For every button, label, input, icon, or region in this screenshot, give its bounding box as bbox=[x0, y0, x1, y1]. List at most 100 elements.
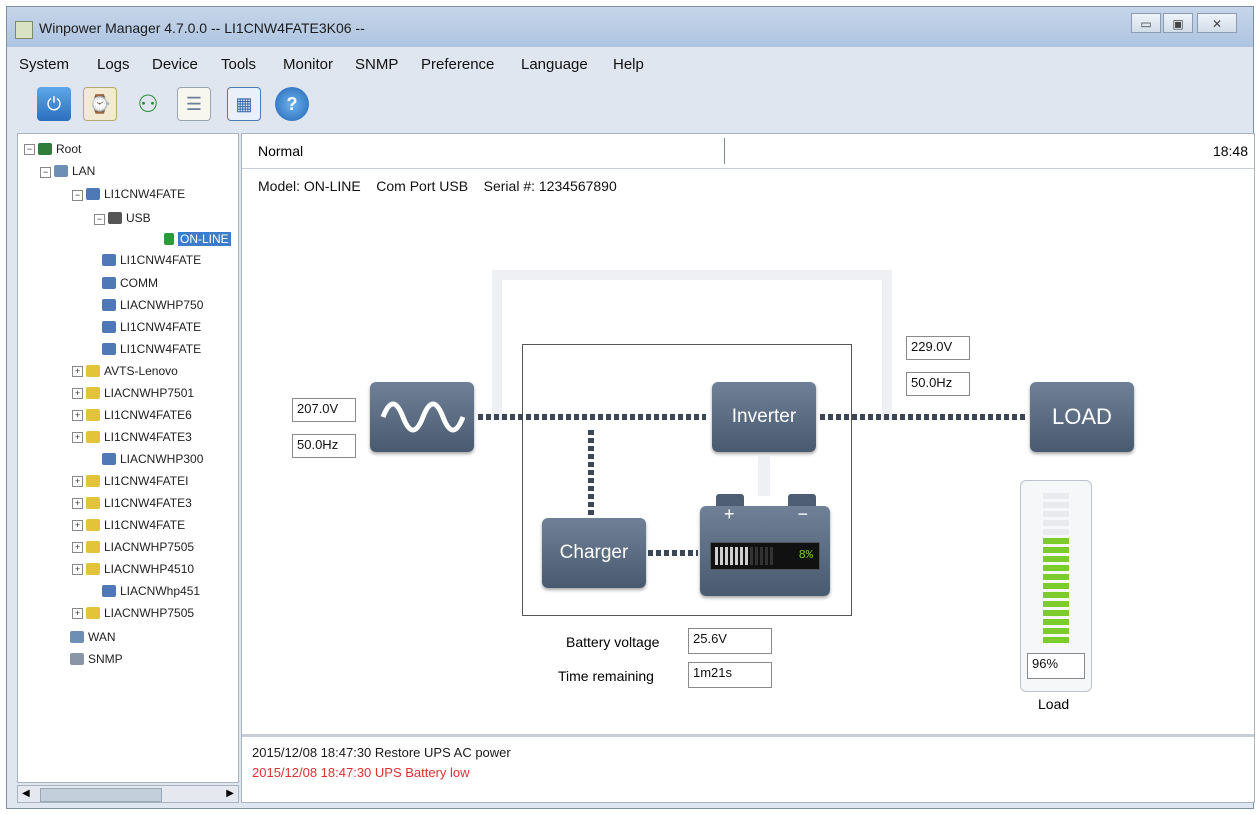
maximize-button[interactable]: ▣ bbox=[1163, 13, 1193, 33]
usb-icon bbox=[108, 212, 122, 224]
menu-preference[interactable]: Preference bbox=[421, 56, 494, 73]
ups-group-icon bbox=[86, 431, 100, 443]
battery-bar bbox=[750, 547, 753, 565]
tree-item[interactable]: LI1CNW4FATEI bbox=[86, 472, 188, 490]
power-icon[interactable]: ⏻ bbox=[37, 87, 71, 121]
expand-icon[interactable]: + bbox=[72, 432, 83, 443]
tree-item[interactable]: LI1CNW4FATE bbox=[102, 318, 201, 336]
tree-item[interactable]: LIACNWHP750 bbox=[102, 296, 203, 314]
ups-group-icon bbox=[86, 563, 100, 575]
output-connector bbox=[820, 414, 1026, 420]
schedule-icon[interactable]: ⌚ bbox=[83, 87, 117, 121]
tree-item[interactable]: COMM bbox=[102, 274, 158, 292]
output-voltage-field: 229.0V bbox=[906, 336, 970, 360]
computer-icon bbox=[102, 453, 116, 465]
list-icon[interactable]: ☰ bbox=[177, 87, 211, 121]
tree-item[interactable]: LIACNWHP7505 bbox=[86, 604, 194, 622]
tree-item[interactable]: LI1CNW4FATE bbox=[102, 251, 201, 269]
expand-icon[interactable]: + bbox=[72, 388, 83, 399]
battery-bar bbox=[730, 547, 733, 565]
load-bar bbox=[1043, 547, 1069, 553]
menu-help[interactable]: Help bbox=[613, 56, 644, 73]
expand-icon[interactable]: + bbox=[72, 498, 83, 509]
computer-icon bbox=[102, 254, 116, 266]
tree-item[interactable]: LI1CNW4FATE3 bbox=[86, 428, 192, 446]
menu-language[interactable]: Language bbox=[521, 56, 588, 73]
battery-icon: + − 8% bbox=[700, 504, 830, 596]
tree-horizontal-scrollbar[interactable]: ◀ ▶ bbox=[17, 785, 239, 803]
menu-device[interactable]: Device bbox=[152, 56, 198, 73]
scroll-left-icon[interactable]: ◀ bbox=[22, 788, 30, 799]
tree-item-label: LI1CNW4FATE bbox=[120, 342, 202, 356]
expand-icon[interactable]: + bbox=[72, 476, 83, 487]
expand-icon[interactable]: + bbox=[72, 564, 83, 575]
tree-item-label: LI1CNW4FATE bbox=[104, 518, 186, 532]
load-bar bbox=[1043, 637, 1069, 643]
load-bar bbox=[1043, 529, 1069, 535]
load-percent-field: 96% bbox=[1027, 653, 1085, 679]
battery-voltage-label: Battery voltage bbox=[566, 634, 660, 650]
battery-minus-icon: − bbox=[797, 504, 808, 524]
expand-icon[interactable]: + bbox=[72, 542, 83, 553]
collapse-usb-icon[interactable]: − bbox=[94, 214, 105, 225]
tree-item[interactable]: LIACNWHP300 bbox=[102, 450, 203, 468]
tree-item[interactable]: LIACNWHP7501 bbox=[86, 384, 194, 402]
menu-system[interactable]: System bbox=[19, 56, 69, 73]
menu-monitor[interactable]: Monitor bbox=[283, 56, 333, 73]
tree-item[interactable]: LI1CNW4FATE3 bbox=[86, 494, 192, 512]
tree-item[interactable]: LI1CNW4FATE bbox=[86, 516, 185, 534]
tree-item-label: LI1CNW4FATEI bbox=[104, 474, 189, 488]
close-button[interactable]: ✕ bbox=[1197, 13, 1237, 33]
scroll-right-icon[interactable]: ▶ bbox=[226, 788, 234, 799]
users-icon[interactable]: ⚇ bbox=[131, 87, 165, 121]
tree-item[interactable]: LIACNWHP4510 bbox=[86, 560, 194, 578]
charger-battery-connector bbox=[648, 550, 698, 556]
ac-source-icon bbox=[370, 382, 474, 452]
tree-host[interactable]: LI1CNW4FATE bbox=[86, 185, 185, 203]
menu-tools[interactable]: Tools bbox=[221, 56, 256, 73]
tree-item[interactable]: LIACNWhp451 bbox=[102, 582, 200, 600]
tree-item[interactable]: LIACNWHP7505 bbox=[86, 538, 194, 556]
minimize-button[interactable]: ▭ bbox=[1131, 13, 1161, 33]
computer-icon bbox=[102, 343, 116, 355]
battery-voltage-field: 25.6V bbox=[688, 628, 772, 654]
snmp-icon bbox=[70, 653, 84, 665]
tree-item[interactable]: LI1CNW4FATE bbox=[102, 340, 201, 358]
input-voltage-field: 207.0V bbox=[292, 398, 356, 422]
expand-icon[interactable]: + bbox=[72, 608, 83, 619]
tree-usb[interactable]: USB bbox=[108, 209, 151, 227]
battery-bar bbox=[725, 547, 728, 565]
collapse-root-icon[interactable]: − bbox=[24, 144, 35, 155]
tree-item-label: LI1CNW4FATE3 bbox=[104, 430, 192, 444]
tree-lan[interactable]: LAN bbox=[54, 162, 95, 180]
title-bar[interactable]: Winpower Manager 4.7.0.0 -- LI1CNW4FATE3… bbox=[7, 7, 1253, 47]
tree-item[interactable]: LI1CNW4FATE6 bbox=[86, 406, 192, 424]
input-frequency-field: 50.0Hz bbox=[292, 434, 356, 458]
load-bar bbox=[1043, 583, 1069, 589]
tree-ups-online[interactable]: ON-LINE bbox=[164, 230, 231, 248]
scrollbar-thumb[interactable] bbox=[40, 788, 162, 802]
load-gauge: 96% bbox=[1020, 480, 1092, 692]
load-bar bbox=[1043, 538, 1069, 544]
tree-wan[interactable]: WAN bbox=[70, 628, 116, 646]
log-entry-alarm: 2015/12/08 18:47:30 UPS Battery low bbox=[252, 765, 470, 780]
battery-bar bbox=[755, 547, 758, 565]
tree-snmp[interactable]: SNMP bbox=[70, 650, 123, 668]
tree-root[interactable]: Root bbox=[38, 140, 81, 158]
battery-bar bbox=[720, 547, 723, 565]
help-icon[interactable]: ? bbox=[275, 87, 309, 121]
expand-icon[interactable]: + bbox=[72, 520, 83, 531]
collapse-host-icon[interactable]: − bbox=[72, 190, 83, 201]
ups-group-icon bbox=[86, 519, 100, 531]
menu-logs[interactable]: Logs bbox=[97, 56, 130, 73]
battery-bar bbox=[715, 547, 718, 565]
collapse-lan-icon[interactable]: − bbox=[40, 167, 51, 178]
expand-icon[interactable]: + bbox=[72, 366, 83, 377]
battery-percent: 8% bbox=[798, 548, 813, 562]
battery-bar bbox=[760, 547, 763, 565]
tree-item-label: LIACNWHP4510 bbox=[104, 562, 195, 576]
menu-snmp[interactable]: SNMP bbox=[355, 56, 398, 73]
calculator-icon[interactable]: ▦ bbox=[227, 87, 261, 121]
tree-item[interactable]: AVTS-Lenovo bbox=[86, 362, 178, 380]
expand-icon[interactable]: + bbox=[72, 410, 83, 421]
